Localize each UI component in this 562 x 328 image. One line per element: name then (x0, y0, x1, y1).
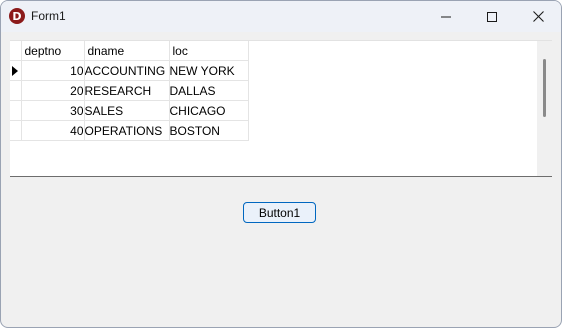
button1[interactable]: Button1 (243, 202, 316, 223)
cell-loc[interactable]: NEW YORK (169, 60, 249, 81)
cell-dname[interactable]: ACCOUNTING (84, 60, 170, 81)
form1-window: D Form1 deptno dname loc 10 ACCOUNTING N… (0, 0, 562, 328)
table-row[interactable]: 20 RESEARCH DALLAS (10, 80, 249, 101)
cell-deptno[interactable]: 30 (21, 100, 85, 121)
grid-bottom-border (10, 176, 552, 177)
minimize-icon (441, 16, 451, 17)
row-indicator[interactable] (10, 120, 22, 141)
header-indicator-cell (10, 41, 22, 61)
row-indicator[interactable] (10, 60, 22, 81)
cell-dname[interactable]: OPERATIONS (84, 120, 170, 141)
cell-loc[interactable]: BOSTON (169, 120, 249, 141)
window-title: Form1 (31, 9, 66, 23)
table-row[interactable]: 40 OPERATIONS BOSTON (10, 120, 249, 141)
cell-dname[interactable]: SALES (84, 100, 170, 121)
grid-table: deptno dname loc 10 ACCOUNTING NEW YORK … (10, 41, 249, 141)
row-indicator[interactable] (10, 80, 22, 101)
row-indicator[interactable] (10, 100, 22, 121)
column-header-dname[interactable]: dname (84, 41, 170, 61)
maximize-button[interactable] (469, 1, 515, 32)
minimize-button[interactable] (423, 1, 469, 32)
cell-deptno[interactable]: 40 (21, 120, 85, 141)
close-button[interactable] (515, 1, 561, 32)
cell-deptno[interactable]: 10 (21, 60, 85, 81)
column-header-loc[interactable]: loc (169, 41, 249, 61)
close-icon (532, 11, 544, 22)
column-header-deptno[interactable]: deptno (21, 41, 85, 61)
delphi-app-icon[interactable]: D (9, 8, 25, 24)
maximize-icon (487, 11, 497, 22)
current-row-arrow-icon (12, 66, 18, 76)
table-row[interactable]: 10 ACCOUNTING NEW YORK (10, 60, 249, 81)
scrollbar-thumb[interactable] (543, 59, 546, 117)
dept-grid[interactable]: deptno dname loc 10 ACCOUNTING NEW YORK … (10, 40, 552, 176)
cell-loc[interactable]: DALLAS (169, 80, 249, 101)
vertical-scrollbar[interactable] (537, 41, 552, 176)
cell-loc[interactable]: CHICAGO (169, 100, 249, 121)
table-row[interactable]: 30 SALES CHICAGO (10, 100, 249, 121)
cell-deptno[interactable]: 20 (21, 80, 85, 101)
cell-dname[interactable]: RESEARCH (84, 80, 170, 101)
grid-header-row: deptno dname loc (10, 41, 249, 61)
title-bar[interactable]: D Form1 (1, 1, 561, 32)
